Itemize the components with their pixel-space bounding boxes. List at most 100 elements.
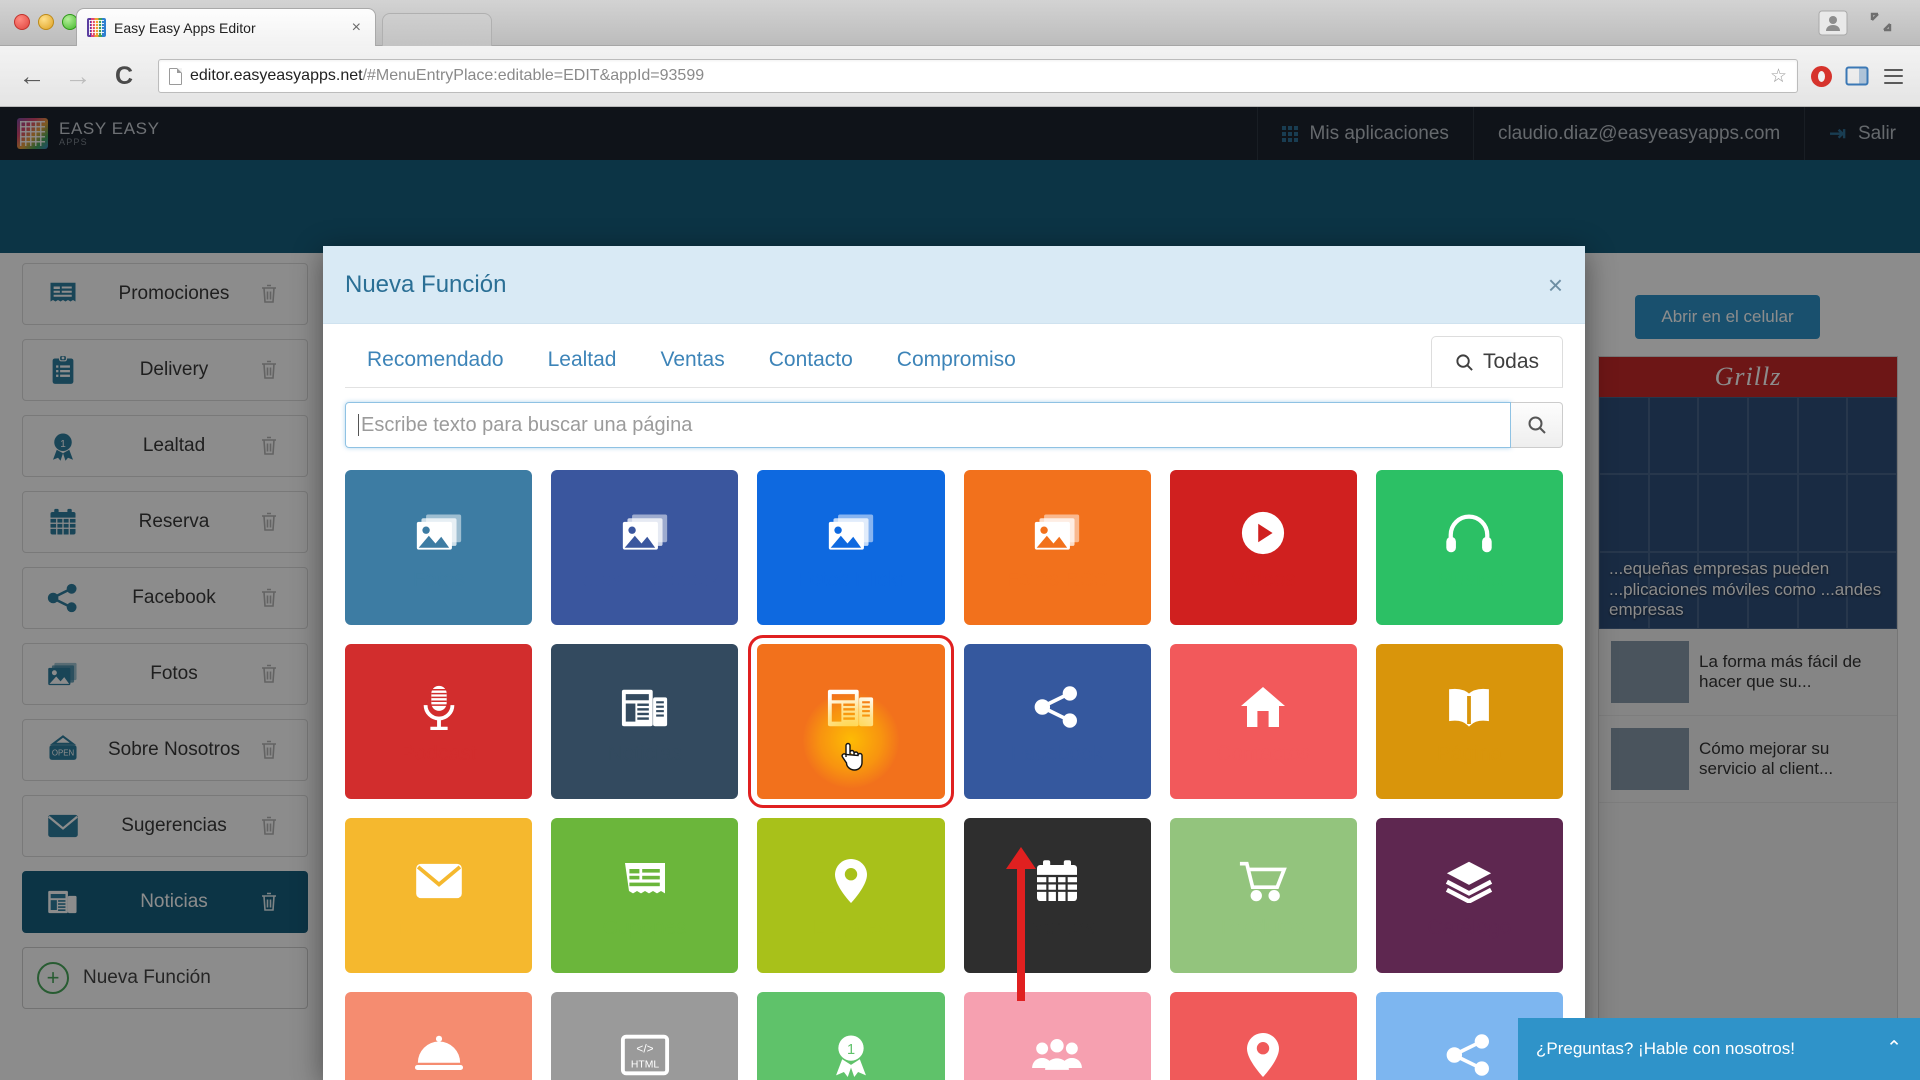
function-tile-sitio-web[interactable]: </>HTMLSitio Web (551, 992, 739, 1080)
tray-icon (414, 1024, 464, 1080)
tab-recomendado[interactable]: Recomendado (345, 348, 526, 388)
function-tile-label: Mensaje (398, 916, 479, 940)
function-tile-lugares[interactable]: Lugares (757, 818, 945, 973)
window-layout-icon[interactable] (1844, 63, 1870, 89)
text-caret (358, 414, 359, 436)
new-tab-button[interactable] (382, 13, 492, 46)
function-tile-equipo[interactable]: Equipo (963, 992, 1151, 1080)
hand-cursor-icon (838, 741, 864, 771)
browser-tabstrip: Easy Easy Apps Editor × (0, 0, 1920, 46)
hamburger-icon[interactable] (1880, 63, 1906, 89)
new-function-modal: Nueva Función × Recomendado Lealtad Vent… (323, 246, 1585, 1080)
function-tile-cat-logo[interactable]: Catálogo (1375, 818, 1563, 973)
photos-icon (1033, 502, 1081, 564)
function-tile-podcast[interactable]: Podcast (345, 644, 533, 799)
function-tile-label: Vídeos (1230, 568, 1296, 592)
function-tile-contactos[interactable]: Contactos (1169, 644, 1357, 799)
url-path: /#MenuEntryPlace:editable=EDIT&appId=935… (362, 67, 705, 84)
coupon-icon (621, 850, 669, 912)
photos-icon (415, 502, 463, 564)
address-bar-url: editor.easyeasyapps.net/#MenuEntryPlace:… (190, 67, 704, 85)
function-tile-label: Eventos (1019, 916, 1096, 940)
reload-button[interactable]: C (106, 63, 142, 89)
opera-extension-icon[interactable] (1808, 63, 1834, 89)
newspaper-icon (826, 676, 876, 738)
envelope-icon (414, 850, 464, 912)
modal-header: Nueva Función × (323, 246, 1585, 324)
search-icon (1527, 415, 1547, 435)
address-bar[interactable]: editor.easyeasyapps.net/#MenuEntryPlace:… (158, 59, 1798, 93)
function-tile-label: Página (1436, 742, 1503, 766)
minimize-window-button[interactable] (38, 14, 54, 30)
url-domain: editor.easyeasyapps.net (190, 67, 363, 84)
team-icon (1031, 1024, 1083, 1080)
photos-icon (827, 502, 875, 564)
share-icon (1444, 1024, 1494, 1080)
function-tile-lista[interactable]: Lista (1169, 992, 1357, 1080)
photos-icon (621, 502, 669, 564)
play-circle-icon (1240, 502, 1286, 564)
modal-search-row: Escribe texto para buscar una página (323, 388, 1585, 448)
function-tile-label: Fotos Facebook (569, 568, 721, 592)
bookmark-star-icon[interactable]: ☆ (1770, 65, 1787, 88)
function-tile-mensaje[interactable]: Mensaje (345, 818, 533, 973)
tab-ventas[interactable]: Ventas (639, 348, 747, 388)
function-tile-rss[interactable]: RSS (748, 635, 954, 808)
close-icon[interactable]: × (1548, 272, 1563, 298)
calendar-icon (1033, 850, 1081, 912)
function-tile-produtos[interactable]: Produtos (1169, 818, 1357, 973)
back-button[interactable]: ← (14, 62, 50, 90)
search-icon (1455, 353, 1474, 372)
function-tile-label: Produtos (1221, 916, 1306, 940)
tab-lealtad[interactable]: Lealtad (526, 348, 639, 388)
function-tile-fotos-rss[interactable]: Fotos RSS (963, 470, 1151, 625)
svg-text:</>: </> (636, 1042, 653, 1056)
window-traffic-lights[interactable] (14, 14, 78, 30)
headphones-icon (1444, 502, 1494, 564)
function-tile-noticias[interactable]: Noticias (551, 644, 739, 799)
tab-todas[interactable]: Todas (1431, 336, 1563, 388)
app-viewport: EASY EASY APPS Mis aplicaciones claudio.… (0, 107, 1920, 1080)
search-input-placeholder: Escribe texto para buscar una página (361, 413, 693, 436)
profile-icon[interactable] (1818, 10, 1852, 38)
browser-tab[interactable]: Easy Easy Apps Editor × (76, 8, 376, 46)
tab-compromiso[interactable]: Compromiso (875, 348, 1038, 388)
function-tile-fotos-facebook[interactable]: Fotos Facebook (551, 470, 739, 625)
tab-contacto[interactable]: Contacto (747, 348, 875, 388)
search-input[interactable]: Escribe texto para buscar una página (345, 402, 1511, 448)
function-tile-men-[interactable]: Menú (345, 992, 533, 1080)
chevron-up-icon: ⌃ (1886, 1037, 1902, 1059)
function-tile-label: Catálogo (1427, 916, 1512, 940)
map-pin-icon (1243, 1024, 1283, 1080)
function-tile-m-sica[interactable]: Música (1375, 470, 1563, 625)
layers-icon (1444, 850, 1494, 912)
function-tile-lealtad[interactable]: 1Lealtad (757, 992, 945, 1080)
function-tile-eventos[interactable]: Eventos (963, 818, 1151, 973)
search-button[interactable] (1511, 402, 1563, 448)
function-tile-label: Lugares (812, 916, 889, 940)
close-tab-icon[interactable]: × (348, 19, 365, 36)
function-tile-label: Fotos (412, 568, 465, 592)
html-icon: </> HTML (620, 1024, 670, 1080)
tab-todas-label: Todas (1482, 350, 1540, 373)
function-tile-facebook[interactable]: Facebook (963, 644, 1151, 799)
function-tile-v-deos[interactable]: Vídeos (1169, 470, 1357, 625)
red-up-arrow-annotation (1017, 866, 1025, 1001)
forward-button[interactable]: → (60, 62, 96, 90)
function-tile-label: Cupones (602, 916, 687, 940)
close-window-button[interactable] (14, 14, 30, 30)
function-tile-label: Noticias (607, 742, 683, 766)
function-tile-fotos[interactable]: Fotos (345, 470, 533, 625)
microphone-icon (419, 676, 459, 738)
page-document-icon (169, 67, 182, 85)
function-tile-p-gina[interactable]: Página (1375, 644, 1563, 799)
expand-icon[interactable] (1868, 10, 1902, 38)
browser-chrome: Easy Easy Apps Editor × ← → C editor.eas… (0, 0, 1920, 107)
chat-widget[interactable]: ¿Preguntas? ¡Hable con nosotros! ⌃ (1518, 1018, 1920, 1080)
modal-title: Nueva Función (345, 270, 507, 298)
function-tile-grid: Fotos Fotos Facebook Fotos Flickr Fotos RSS… (323, 448, 1585, 1080)
function-tile-fotos-flickr[interactable]: Fotos Flickr (757, 470, 945, 625)
function-tile-cupones[interactable]: Cupones (551, 818, 739, 973)
map-pin-icon (831, 850, 871, 912)
svg-text:HTML: HTML (631, 1060, 659, 1071)
